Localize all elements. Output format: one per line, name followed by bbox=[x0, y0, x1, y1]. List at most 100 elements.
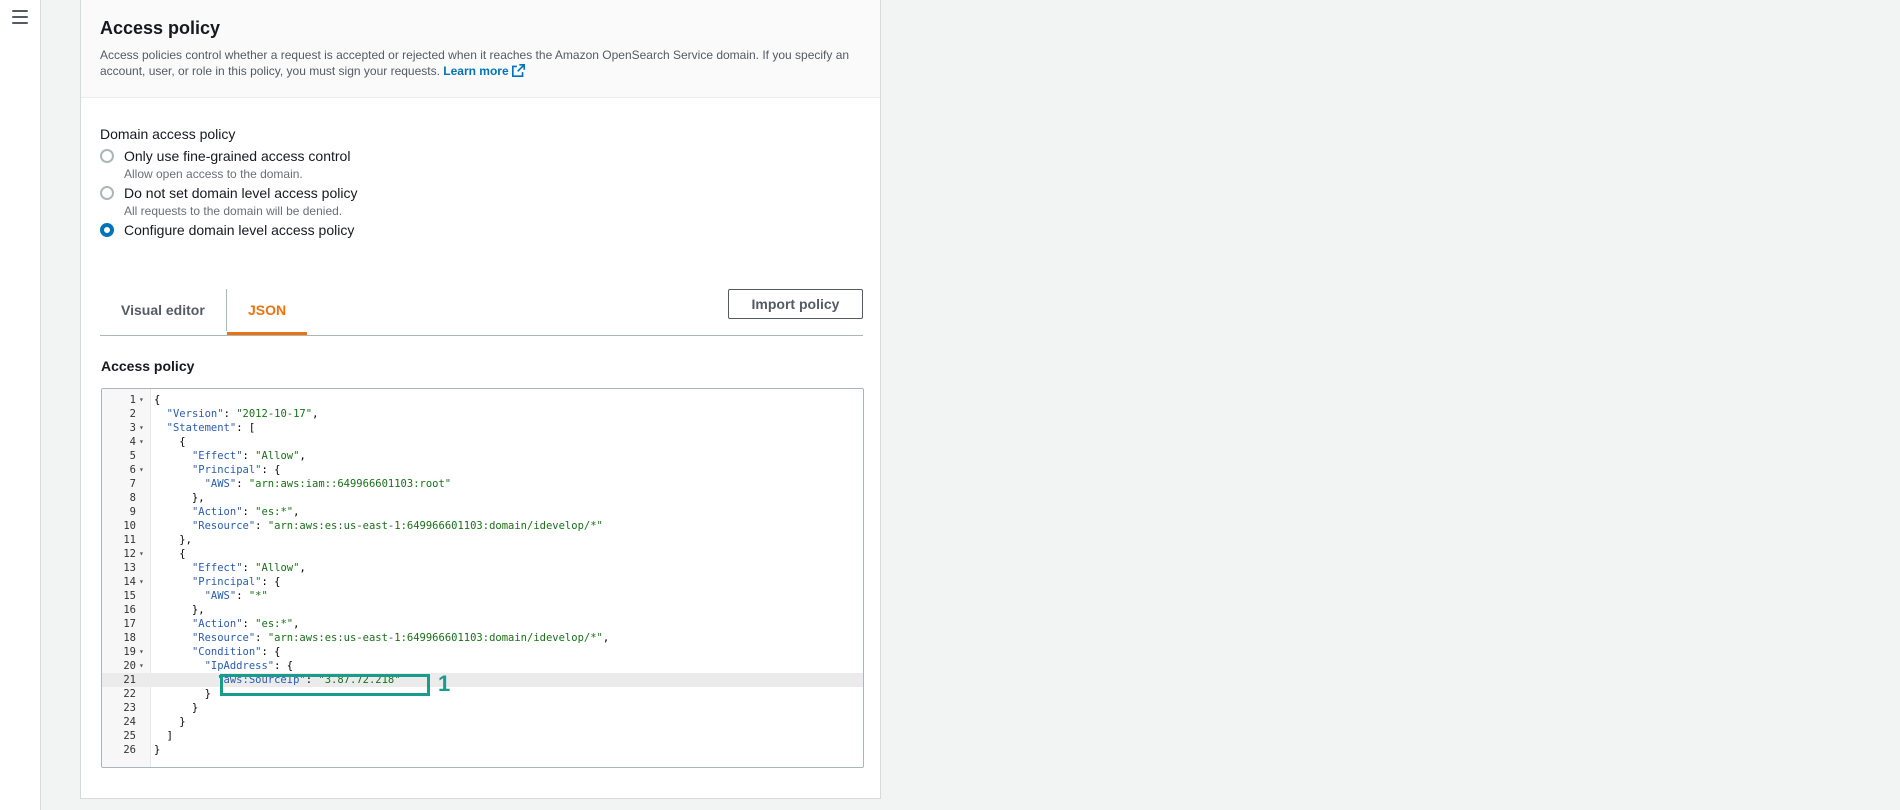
fold-toggle-icon[interactable]: ▾ bbox=[139, 645, 149, 659]
fold-toggle-icon[interactable]: ▾ bbox=[139, 435, 149, 449]
code-line[interactable]: 4 ▾ { bbox=[102, 435, 863, 449]
code-line[interactable]: 10 "Resource": "arn:aws:es:us-east-1:649… bbox=[102, 519, 863, 533]
code-text: "IpAddress": { bbox=[204, 660, 294, 672]
code-text: } bbox=[154, 688, 211, 700]
code-text: "Action": "es:*", bbox=[191, 618, 300, 630]
line-number: 13 bbox=[123, 562, 136, 574]
line-number: 15 bbox=[123, 590, 136, 602]
import-policy-button[interactable]: Import policy bbox=[728, 289, 863, 319]
learn-more-link[interactable]: Learn more bbox=[443, 64, 525, 78]
radio-label: Configure domain level access policy bbox=[124, 222, 355, 238]
code-line[interactable]: 22 } bbox=[102, 687, 863, 701]
radio-button-selected[interactable] bbox=[100, 223, 114, 237]
code-line[interactable]: 9 "Action": "es:*", bbox=[102, 505, 863, 519]
line-number: 6 bbox=[129, 464, 136, 476]
radio-button[interactable] bbox=[100, 149, 114, 163]
code-text: "Principal": { bbox=[191, 464, 281, 476]
code-line[interactable]: 26} bbox=[102, 743, 863, 757]
radio-button[interactable] bbox=[100, 186, 114, 200]
code-line[interactable]: 18 "Resource": "arn:aws:es:us-east-1:649… bbox=[102, 631, 863, 645]
radio-fine-grained-only[interactable]: Only use fine-grained access control All… bbox=[100, 147, 350, 181]
line-number: 8 bbox=[129, 492, 136, 504]
radio-description: All requests to the domain will be denie… bbox=[124, 204, 343, 218]
callout-number: 1 bbox=[438, 671, 451, 696]
code-text: "Condition": { bbox=[191, 646, 281, 658]
line-number: 25 bbox=[123, 730, 136, 742]
domain-access-policy-label: Domain access policy bbox=[100, 126, 236, 142]
line-number: 23 bbox=[123, 702, 136, 714]
json-code-editor[interactable]: 1 ▾{2 "Version": "2012-10-17", 3 ▾ "Stateme… bbox=[101, 388, 864, 768]
line-number: 19 bbox=[123, 646, 136, 658]
line-number: 18 bbox=[123, 632, 136, 644]
fold-toggle-icon[interactable]: ▾ bbox=[139, 393, 149, 407]
radio-label: Do not set domain level access policy bbox=[124, 185, 358, 201]
code-text: }, bbox=[154, 534, 192, 546]
line-number: 3 bbox=[129, 422, 136, 434]
code-line[interactable]: 3 ▾ "Statement": [ bbox=[102, 421, 863, 435]
tab-visual-editor[interactable]: Visual editor bbox=[100, 289, 226, 335]
code-line[interactable]: 16 }, bbox=[102, 603, 863, 617]
radio-text: Only use fine-grained access control All… bbox=[124, 147, 350, 181]
radio-configure-domain-policy[interactable]: Configure domain level access policy bbox=[100, 221, 354, 239]
code-line[interactable]: 24 } bbox=[102, 715, 863, 729]
code-line[interactable]: 17 "Action": "es:*", bbox=[102, 617, 863, 631]
fold-toggle-icon[interactable]: ▾ bbox=[139, 421, 149, 435]
line-number: 22 bbox=[123, 688, 136, 700]
code-text: "Resource": "arn:aws:es:us-east-1:649966… bbox=[191, 632, 610, 644]
policy-editor-tabs: Visual editor JSON Import policy bbox=[100, 289, 863, 336]
line-number: 26 bbox=[123, 744, 136, 756]
radio-label: Only use fine-grained access control bbox=[124, 148, 351, 164]
code-line[interactable]: 13 "Effect": "Allow", bbox=[102, 561, 863, 575]
line-number: 4 bbox=[129, 436, 136, 448]
radio-text: Configure domain level access policy bbox=[124, 221, 354, 239]
fold-toggle-icon[interactable]: ▾ bbox=[139, 575, 149, 589]
code-line[interactable]: 14 ▾ "Principal": { bbox=[102, 575, 863, 589]
code-line[interactable]: 21 "aws:SourceIp": "3.87.72.218" bbox=[102, 673, 863, 687]
fold-toggle-icon[interactable]: ▾ bbox=[139, 463, 149, 477]
line-number: 5 bbox=[129, 450, 136, 462]
code-line[interactable]: 15 "AWS": "*" bbox=[102, 589, 863, 603]
code-line[interactable]: 11 }, bbox=[102, 533, 863, 547]
code-line[interactable]: 23 } bbox=[102, 701, 863, 715]
code-text: } bbox=[154, 744, 161, 756]
line-number: 1 bbox=[129, 394, 136, 406]
line-number: 10 bbox=[123, 520, 136, 532]
learn-more-label: Learn more bbox=[443, 64, 509, 78]
code-text: "Effect": "Allow", bbox=[191, 562, 306, 574]
code-text: ] bbox=[154, 730, 173, 742]
code-text: } bbox=[154, 702, 199, 714]
code-text: "Action": "es:*", bbox=[191, 506, 300, 518]
code-text: }, bbox=[154, 492, 205, 504]
code-text: "Version": "2012-10-17", bbox=[166, 408, 319, 420]
code-text: "Effect": "Allow", bbox=[191, 450, 306, 462]
code-text: } bbox=[154, 716, 186, 728]
code-text: { bbox=[154, 436, 186, 448]
code-line[interactable]: 2 "Version": "2012-10-17", bbox=[102, 407, 863, 421]
code-text: "AWS": "arn:aws:iam::649966601103:root" bbox=[204, 478, 452, 490]
code-text: "Statement": [ bbox=[166, 422, 256, 434]
code-line[interactable]: 1 ▾ { bbox=[102, 393, 863, 407]
code-line[interactable]: 8 }, bbox=[102, 491, 863, 505]
line-number: 9 bbox=[129, 506, 136, 518]
code-line[interactable]: 25 ] bbox=[102, 729, 863, 743]
line-number: 12 bbox=[123, 548, 136, 560]
code-text: "Resource": "arn:aws:es:us-east-1:649966… bbox=[191, 520, 603, 532]
code-text: { bbox=[154, 548, 186, 560]
code-line[interactable]: 6 ▾ "Principal": { bbox=[102, 463, 863, 477]
code-line[interactable]: 7 "AWS": "arn:aws:iam::649966601103:root… bbox=[102, 477, 863, 491]
code-line[interactable]: 20 ▾ "IpAddress": { bbox=[102, 659, 863, 673]
code-line[interactable]: 5 "Effect": "Allow", bbox=[102, 449, 863, 463]
callout-highlight-box bbox=[220, 674, 430, 696]
code-text: "AWS": "*" bbox=[204, 590, 268, 602]
radio-text: Do not set domain level access policy Al… bbox=[124, 184, 357, 218]
fold-toggle-icon[interactable]: ▾ bbox=[139, 659, 149, 673]
tab-json[interactable]: JSON bbox=[227, 289, 308, 335]
radio-no-domain-policy[interactable]: Do not set domain level access policy Al… bbox=[100, 184, 357, 218]
code-line[interactable]: 19 ▾ "Condition": { bbox=[102, 645, 863, 659]
code-line[interactable]: 12 ▾ { bbox=[102, 547, 863, 561]
line-number: 14 bbox=[123, 576, 136, 588]
external-link-icon bbox=[511, 64, 525, 77]
code-text: }, bbox=[154, 604, 205, 616]
fold-toggle-icon[interactable]: ▾ bbox=[139, 547, 149, 561]
menu-icon[interactable] bbox=[12, 10, 28, 24]
